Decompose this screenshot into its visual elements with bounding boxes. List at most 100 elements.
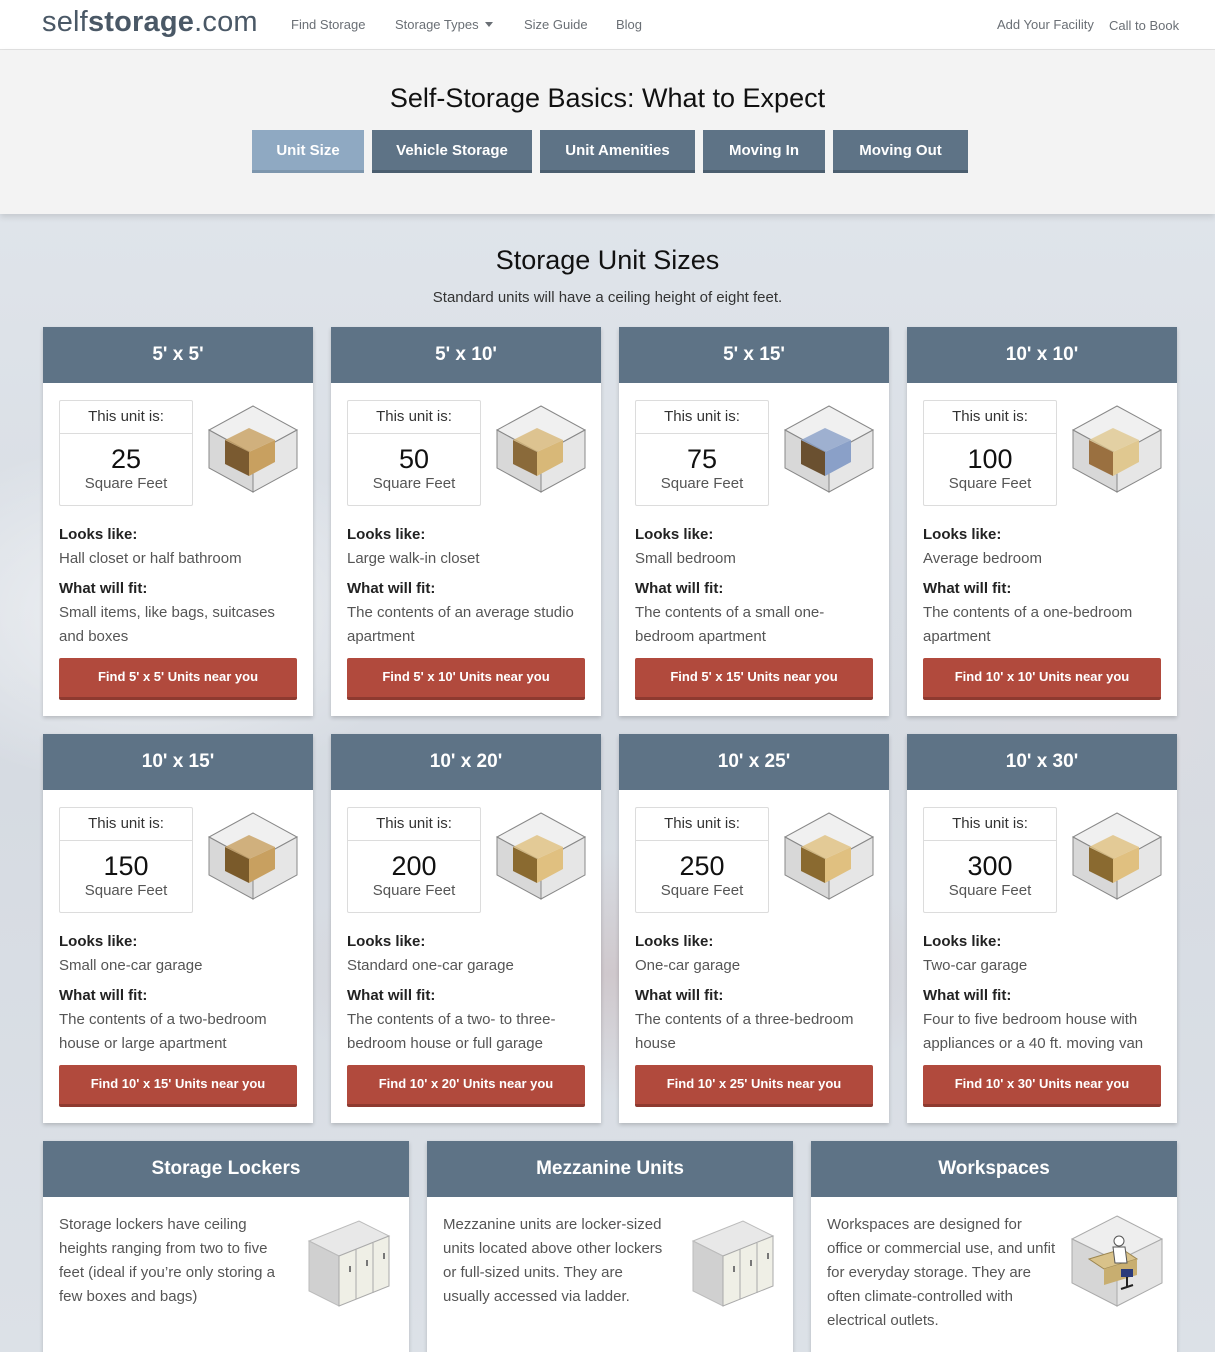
unit-size-title: 10' x 10' — [907, 327, 1177, 383]
nav-size-guide[interactable]: Size Guide — [524, 17, 588, 32]
unit-area-label: This unit is: — [924, 401, 1056, 434]
find-units-button[interactable]: Find 10' x 20' Units near you — [347, 1065, 585, 1107]
what-fits-label: What will fit: — [347, 580, 436, 597]
tab-vehicle-storage[interactable]: Vehicle Storage — [372, 130, 532, 173]
nav-storage-types-label: Storage Types — [395, 17, 479, 32]
unit-area-value: 50 — [398, 444, 430, 474]
unit-size-card: 10' x 15' This unit is: 150 Square Feet Look… — [43, 734, 313, 1123]
find-units-button[interactable]: Find 10' x 15' Units near you — [59, 1065, 297, 1107]
find-units-button[interactable]: Find 5' x 5' Units near you — [59, 658, 297, 700]
site-logo[interactable]: selfstorage.com — [42, 6, 258, 39]
tab-unit-size[interactable]: Unit Size — [252, 130, 364, 173]
unit-size-card: 5' x 10' This unit is: 50 Square Feet Looks … — [331, 327, 601, 716]
looks-like-label: Looks like: — [59, 933, 138, 950]
unit-illustration-icon — [207, 405, 299, 493]
caret-down-icon — [484, 22, 493, 27]
what-fits-value: The contents of a three-bedroom house — [635, 1011, 854, 1052]
tab-moving-in[interactable]: Moving In — [703, 130, 825, 173]
nav-find-storage[interactable]: Find Storage — [291, 17, 365, 32]
find-units-button[interactable]: Find 10' x 30' Units near you — [923, 1065, 1161, 1107]
unit-size-card: 10' x 30' This unit is: 300 Square Feet Look… — [907, 734, 1177, 1123]
looks-like-label: Looks like: — [59, 526, 138, 543]
nav-blog[interactable]: Blog — [616, 17, 642, 32]
unit-details: Looks like: Hall closet or half bathroom W… — [59, 523, 299, 649]
find-units-button[interactable]: Find 5' x 15' Units near you — [635, 658, 873, 700]
unit-area-value: 75 — [686, 444, 718, 474]
find-units-button[interactable]: Find 10' x 10' Units near you — [923, 658, 1161, 700]
unit-area-box: This unit is: 200 Square Feet — [347, 807, 481, 913]
unit-illustration-icon — [783, 405, 875, 493]
unit-area-unit: Square Feet — [372, 475, 456, 492]
what-fits-label: What will fit: — [635, 580, 724, 597]
storage-lockers-card: Storage Lockers Storage lockers have cei… — [43, 1141, 409, 1352]
unit-area-box: This unit is: 75 Square Feet — [635, 400, 769, 506]
unit-area-unit: Square Feet — [948, 882, 1032, 899]
looks-like-value: Small one-car garage — [59, 957, 203, 974]
card-description: Workspaces are designed for office or co… — [827, 1216, 1056, 1329]
unit-area-unit: Square Feet — [84, 882, 168, 899]
what-fits-label: What will fit: — [59, 580, 148, 597]
unit-illustration-icon — [495, 812, 587, 900]
page-title: Self-Storage Basics: What to Expect — [389, 83, 826, 113]
unit-illustration-icon — [1071, 812, 1163, 900]
unit-area-label: This unit is: — [348, 808, 480, 841]
unit-illustration-icon — [783, 812, 875, 900]
unit-area-box: This unit is: 100 Square Feet — [923, 400, 1057, 506]
unit-size-title: 10' x 20' — [331, 734, 601, 790]
tab-moving-out[interactable]: Moving Out — [833, 130, 968, 173]
looks-like-value: Large walk-in closet — [347, 550, 480, 567]
card-description: Mezzanine units are locker-sized units l… — [443, 1216, 663, 1305]
unit-details: Looks like: Standard one-car garage What w… — [347, 930, 587, 1056]
looks-like-value: Average bedroom — [923, 550, 1042, 567]
unit-area-label: This unit is: — [348, 401, 480, 434]
card-title: Mezzanine Units — [427, 1141, 793, 1197]
what-fits-value: Four to five bedroom house with applianc… — [923, 1011, 1144, 1052]
what-fits-value: The contents of a one-bedroom apartment — [923, 604, 1133, 645]
workspaces-card: Workspaces Workspaces are designed for o… — [811, 1141, 1177, 1352]
find-units-button[interactable]: Find 10' x 25' Units near you — [635, 1065, 873, 1107]
unit-size-title: 5' x 5' — [43, 327, 313, 383]
unit-area-value: 250 — [679, 851, 725, 881]
looks-like-label: Looks like: — [923, 933, 1002, 950]
unit-illustration-icon — [207, 812, 299, 900]
unit-details: Looks like: Average bedroom What will fit:… — [923, 523, 1163, 649]
tab-unit-amenities[interactable]: Unit Amenities — [540, 130, 695, 173]
unit-size-card: 10' x 10' This unit is: 100 Square Feet Look… — [907, 327, 1177, 716]
what-fits-value: The contents of an average studio apartm… — [347, 604, 574, 645]
unit-details: Looks like: One-car garage What will fit: T… — [635, 930, 875, 1056]
looks-like-label: Looks like: — [347, 933, 426, 950]
unit-size-card: 5' x 15' This unit is: 75 Square Feet Looks … — [619, 327, 889, 716]
unit-size-title: 10' x 30' — [907, 734, 1177, 790]
unit-size-card: 5' x 5' This unit is: 25 Square Feet Looks l… — [43, 327, 313, 716]
unit-details: Looks like: Small bedroom What will fit: Th… — [635, 523, 875, 649]
looks-like-value: Small bedroom — [635, 550, 736, 567]
card-title: Workspaces — [811, 1141, 1177, 1197]
what-fits-label: What will fit: — [347, 987, 436, 1004]
what-fits-label: What will fit: — [923, 987, 1012, 1004]
unit-area-box: This unit is: 150 Square Feet — [59, 807, 193, 913]
looks-like-label: Looks like: — [347, 526, 426, 543]
unit-details: Looks like: Two-car garage What will fit: F… — [923, 930, 1163, 1056]
looks-like-label: Looks like: — [923, 526, 1002, 543]
unit-area-unit: Square Feet — [948, 475, 1032, 492]
looks-like-value: Hall closet or half bathroom — [59, 550, 242, 567]
unit-illustration-icon — [495, 405, 587, 493]
nav-add-facility[interactable]: Add Your Facility — [997, 17, 1094, 32]
card-title: Storage Lockers — [43, 1141, 409, 1197]
mezzanine-units-card: Mezzanine Units Mezzanine units are lock… — [427, 1141, 793, 1352]
unit-area-unit: Square Feet — [660, 882, 744, 899]
looks-like-value: Two-car garage — [923, 957, 1028, 974]
unit-area-label: This unit is: — [60, 808, 192, 841]
find-units-button[interactable]: Find 5' x 10' Units near you — [347, 658, 585, 700]
hero-banner: Self-Storage Basics: What to Expect Unit… — [0, 50, 1215, 214]
unit-area-value: 300 — [967, 851, 1013, 881]
unit-area-value: 200 — [391, 851, 437, 881]
unit-details: Looks like: Small one-car garage What will… — [59, 930, 299, 1056]
nav-call-to-book[interactable]: Call to Book — [1109, 18, 1179, 33]
unit-area-box: This unit is: 50 Square Feet — [347, 400, 481, 506]
unit-size-title: 5' x 10' — [331, 327, 601, 383]
card-description: Storage lockers have ceiling heights ran… — [59, 1216, 275, 1305]
unit-area-value: 150 — [103, 851, 149, 881]
nav-storage-types[interactable]: Storage Types — [395, 17, 493, 32]
what-fits-value: The contents of a two- to three-bedroom … — [347, 1011, 556, 1052]
